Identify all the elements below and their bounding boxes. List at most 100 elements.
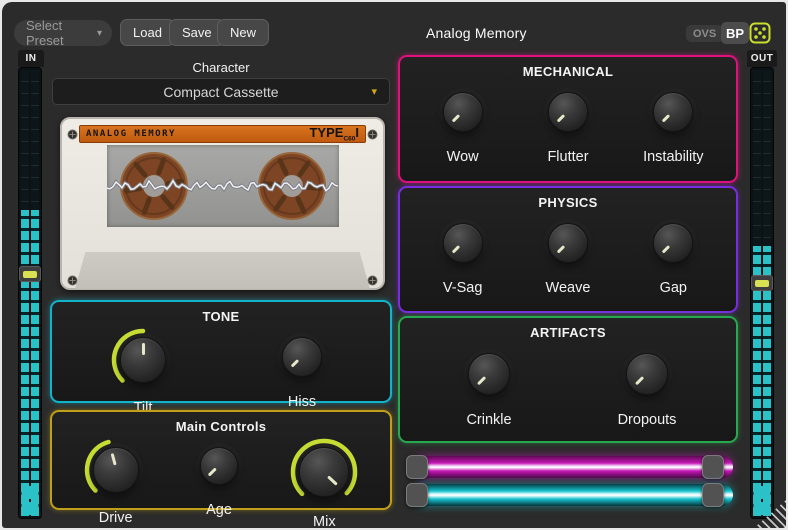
knob-body[interactable] <box>653 92 693 132</box>
knob-body[interactable] <box>282 337 322 377</box>
knob-label: Instability <box>643 149 703 165</box>
knob-label: Hiss <box>288 394 316 410</box>
meter-channel-divider <box>761 70 763 516</box>
range-slider-magenta[interactable] <box>406 455 736 479</box>
meter-peak-blocks <box>754 483 771 515</box>
knob-label: Flutter <box>547 149 588 165</box>
knob-pointer <box>662 245 671 254</box>
oversampling-button[interactable]: OVS <box>686 25 723 42</box>
slider-handle-right[interactable] <box>702 455 724 479</box>
slider-handle-right[interactable] <box>702 483 724 507</box>
knob-crinkle[interactable]: Crinkle <box>455 340 523 428</box>
knob-body[interactable] <box>468 353 510 395</box>
knob-weave[interactable]: Weave <box>535 210 601 296</box>
knob-tilt[interactable]: Tilt <box>107 324 179 416</box>
knob-body[interactable] <box>200 447 238 485</box>
section-title: PHYSICS <box>400 195 736 210</box>
knob-pointer <box>328 475 339 486</box>
plugin-window: Select Preset ▾ Load Save New Analog Mem… <box>2 2 786 528</box>
knob-body[interactable] <box>299 447 349 497</box>
knob-body[interactable] <box>626 353 668 395</box>
range-slider-cyan[interactable] <box>406 483 736 507</box>
plugin-title: Analog Memory <box>426 25 527 41</box>
knob-pointer <box>451 114 460 123</box>
cassette-base-trapezoid <box>75 252 370 289</box>
knob-hiss[interactable]: Hiss <box>269 324 335 410</box>
knob-pointer <box>635 376 644 385</box>
slider-handle-left[interactable] <box>406 455 428 479</box>
character-select-value: Compact Cassette <box>163 84 278 100</box>
knob-age[interactable]: Age <box>187 434 251 518</box>
knob-label: Crinkle <box>466 412 511 428</box>
knob-pointer <box>110 453 116 465</box>
character-select[interactable]: Compact Cassette ▾ <box>52 78 390 105</box>
knob-label: V-Sag <box>443 280 483 296</box>
knob-v-sag[interactable]: V-Sag <box>430 210 496 296</box>
section-title: Main Controls <box>52 419 390 434</box>
knob-label: Dropouts <box>618 412 677 428</box>
out-meter[interactable] <box>750 67 774 519</box>
knob-instability[interactable]: Instability <box>640 79 706 165</box>
bypass-button[interactable]: BP <box>721 22 749 44</box>
in-meter[interactable] <box>18 67 42 519</box>
load-button[interactable]: Load <box>120 19 175 46</box>
meter-peak-blocks <box>22 483 39 515</box>
section-main-controls: Main Controls DriveAgeMix <box>50 410 392 510</box>
knob-body[interactable] <box>653 223 693 263</box>
in-gain-fader[interactable] <box>19 266 41 282</box>
section-artifacts: ARTIFACTS Crinkle Dropouts <box>398 316 738 443</box>
knob-pointer <box>291 359 300 368</box>
section-mechanical: MECHANICAL Wow Flutter Instability <box>398 55 738 183</box>
knob-label: Mix <box>313 514 336 528</box>
knob-body[interactable] <box>120 337 166 383</box>
knob-body[interactable] <box>548 92 588 132</box>
section-title: MECHANICAL <box>400 64 736 79</box>
section-title: TONE <box>52 309 390 324</box>
knob-pointer <box>662 114 671 123</box>
preset-select-value: Select Preset <box>26 18 91 48</box>
chevron-down-icon: ▾ <box>97 28 102 39</box>
section-tone: TONE TiltHiss <box>50 300 392 403</box>
cassette-graphic: ANALOG MEMORY TYPEC60I <box>60 117 385 290</box>
out-gain-fader[interactable] <box>751 275 773 291</box>
out-meter-label: OUT <box>747 50 777 67</box>
dice-random-icon[interactable] <box>749 22 771 44</box>
knob-drive[interactable]: Drive <box>80 434 152 526</box>
section-physics: PHYSICS V-Sag Weave Gap <box>398 186 738 313</box>
new-button[interactable]: New <box>217 19 269 46</box>
slider-tube <box>413 456 733 478</box>
screw-icon <box>67 129 78 140</box>
knob-pointer <box>557 114 566 123</box>
knob-body[interactable] <box>443 223 483 263</box>
in-meter-label: IN <box>18 50 44 67</box>
cassette-label-strip: ANALOG MEMORY TYPEC60I <box>79 125 366 143</box>
knob-dropouts[interactable]: Dropouts <box>613 340 681 428</box>
knob-wow[interactable]: Wow <box>430 79 496 165</box>
meter-channel-divider <box>29 70 31 516</box>
knob-mix[interactable]: Mix <box>286 434 362 528</box>
knob-pointer <box>557 245 566 254</box>
knob-label: Drive <box>99 510 133 526</box>
knob-pointer <box>142 343 145 354</box>
knob-gap[interactable]: Gap <box>640 210 706 296</box>
knob-body[interactable] <box>443 92 483 132</box>
slider-handle-left[interactable] <box>406 483 428 507</box>
slider-tube <box>413 484 733 506</box>
knob-body[interactable] <box>93 447 139 493</box>
knob-pointer <box>477 376 486 385</box>
knob-label: Weave <box>546 280 591 296</box>
cassette-brand-text: ANALOG MEMORY <box>86 129 176 139</box>
section-title: ARTIFACTS <box>400 325 736 340</box>
cassette-window <box>107 145 339 227</box>
knob-pointer <box>208 468 217 477</box>
cassette-type-text: TYPEC60I <box>309 125 359 143</box>
knob-pointer <box>451 245 460 254</box>
preset-select[interactable]: Select Preset ▾ <box>14 20 112 46</box>
knob-flutter[interactable]: Flutter <box>535 79 601 165</box>
tape-reels <box>107 145 339 227</box>
chevron-down-icon: ▾ <box>371 85 377 98</box>
character-label: Character <box>50 60 392 75</box>
screw-icon <box>367 129 378 140</box>
knob-body[interactable] <box>548 223 588 263</box>
knob-label: Age <box>206 502 232 518</box>
